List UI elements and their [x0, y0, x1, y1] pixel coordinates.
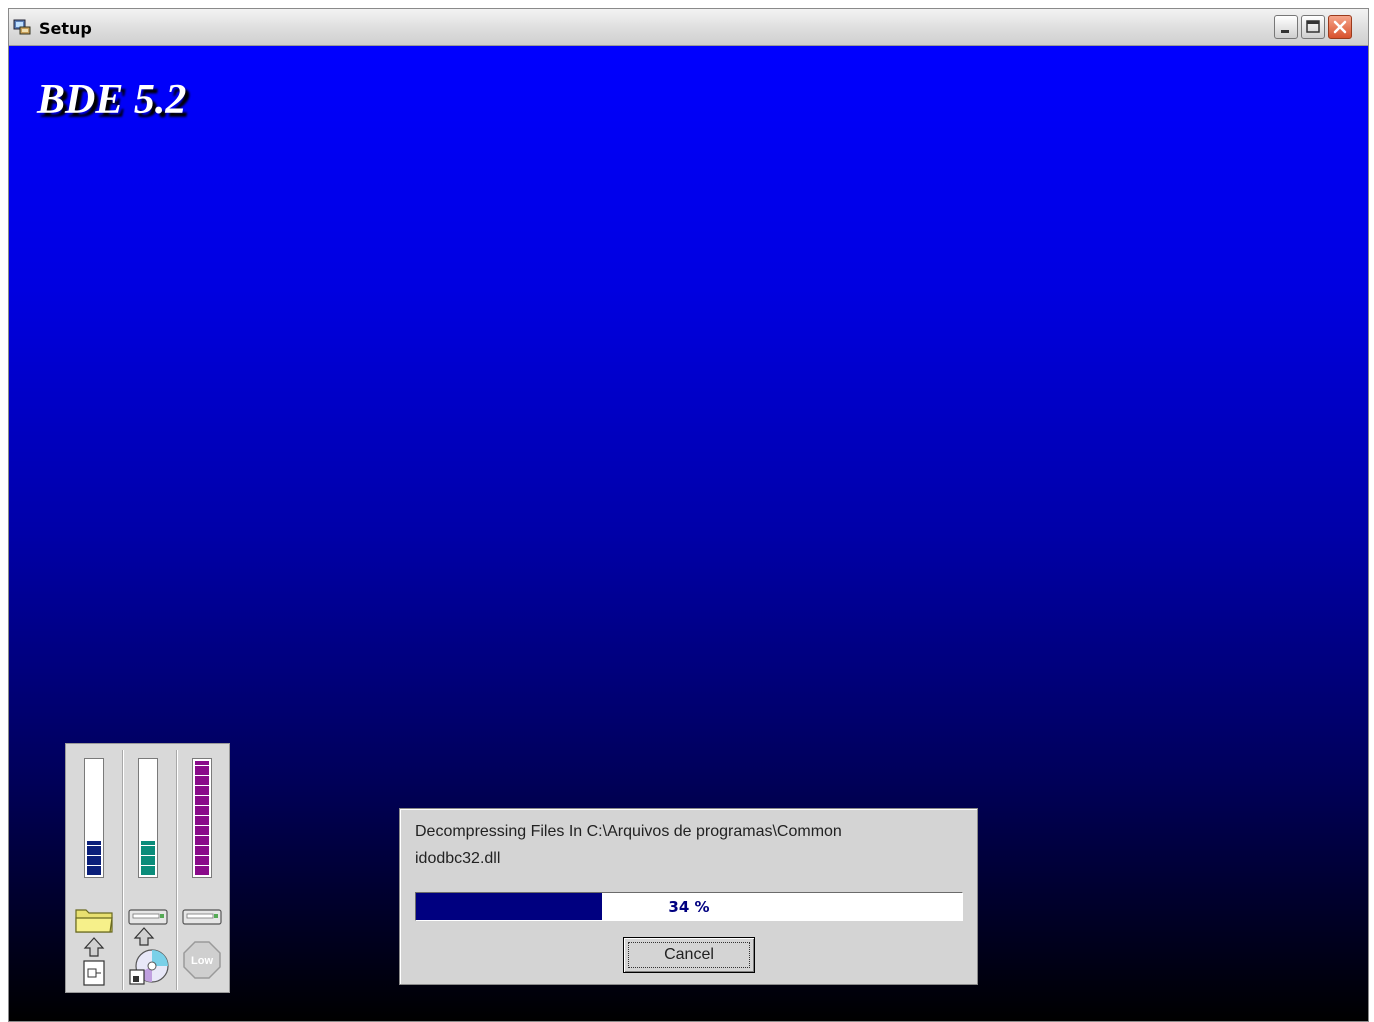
meter-fill	[87, 841, 101, 875]
setup-window: Setup BDE 5.2 Low Decompressing Files In…	[8, 8, 1369, 1022]
minimize-button[interactable]	[1274, 15, 1298, 39]
folder-icon	[75, 909, 113, 986]
setup-app-icon	[13, 19, 31, 35]
title-bar[interactable]: Setup	[9, 9, 1368, 46]
current-file-name: idodbc32.dll	[415, 850, 501, 867]
progress-bar: 34 %	[415, 892, 963, 921]
meter-source-cd	[122, 750, 177, 990]
progress-percent-text: 34 %	[668, 898, 710, 916]
status-message: Decompressing Files In C:\Arquivos de pr…	[415, 823, 842, 840]
meter-destination-disk	[68, 750, 123, 990]
close-button[interactable]	[1328, 15, 1352, 39]
cd-icon	[128, 909, 169, 985]
meter-bar	[138, 758, 158, 878]
minimize-icon	[1281, 30, 1289, 33]
maximize-icon	[1306, 20, 1320, 33]
window-title: Setup	[39, 19, 92, 38]
maximize-button[interactable]	[1301, 15, 1325, 39]
progress-dialog: Decompressing Files In C:\Arquivos de pr…	[399, 808, 978, 985]
meter-bar	[192, 758, 212, 878]
product-title: BDE 5.2	[37, 77, 187, 123]
meter-disk-space: Low	[176, 750, 228, 990]
meter-fill	[141, 841, 155, 875]
meter-fill	[195, 761, 209, 875]
resource-meters-panel: Low	[65, 743, 230, 993]
cancel-button-label: Cancel	[664, 946, 714, 963]
cancel-button[interactable]: Cancel	[623, 937, 755, 973]
installer-background: BDE 5.2 Low Decompressing Files In C:\Ar…	[9, 46, 1368, 1021]
low-space-label: Low	[191, 955, 213, 967]
low-space-icon: Low	[182, 909, 222, 979]
close-icon	[1333, 20, 1347, 34]
meter-bar	[84, 758, 104, 878]
